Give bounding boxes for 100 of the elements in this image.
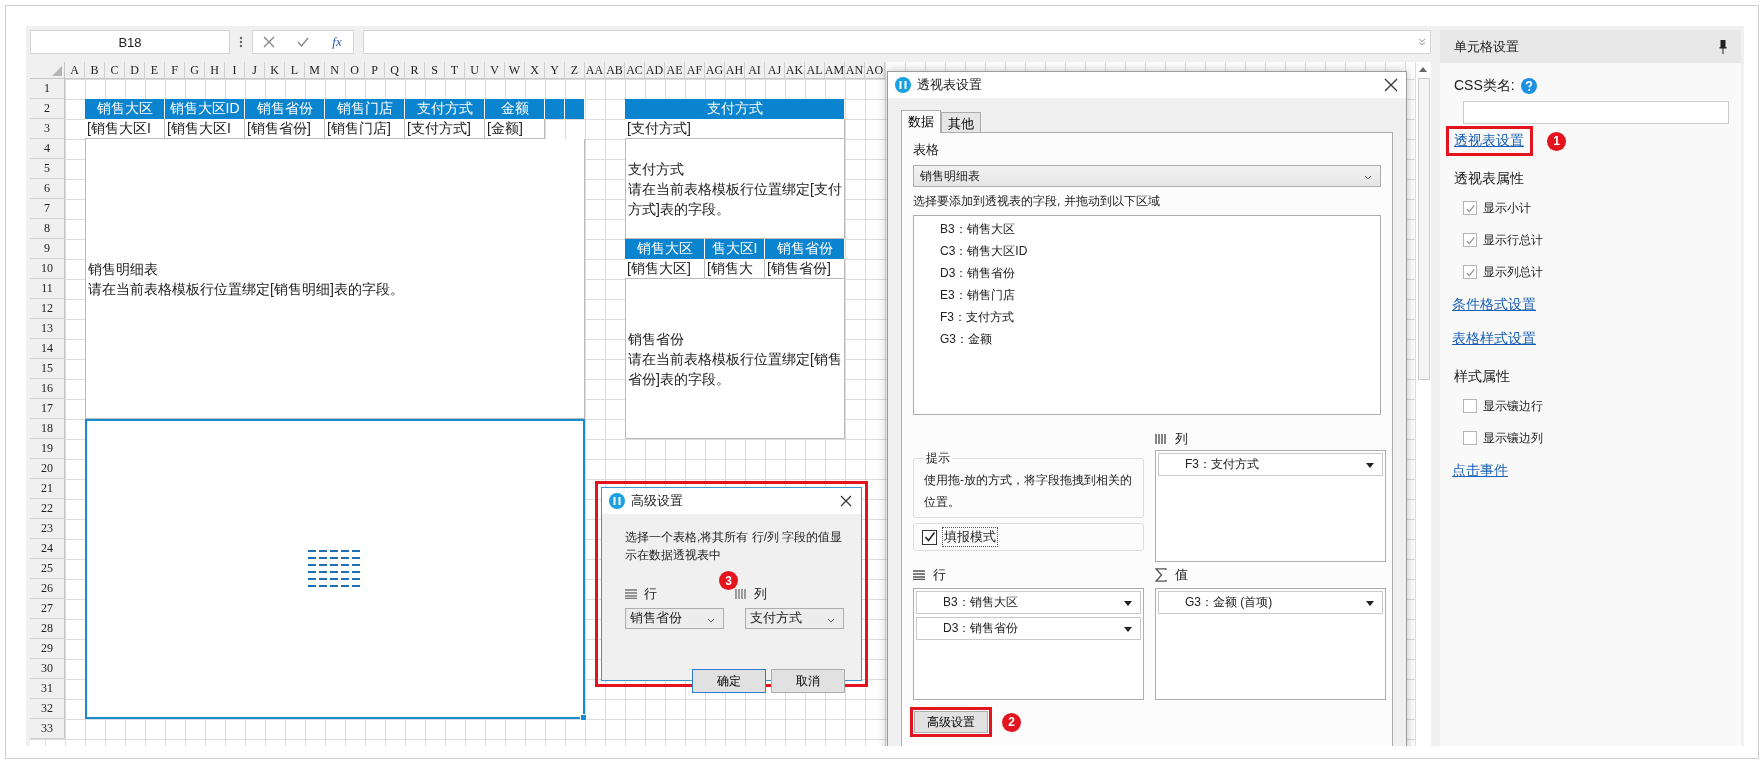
- column-header[interactable]: A: [65, 62, 85, 79]
- row-header[interactable]: 19: [30, 439, 65, 459]
- column-dropdown[interactable]: 支付方式: [745, 608, 844, 629]
- column-header[interactable]: AL: [805, 62, 825, 79]
- field-item[interactable]: D3：销售省份: [940, 262, 1380, 284]
- column-header[interactable]: D: [125, 62, 145, 79]
- row-header[interactable]: 6: [30, 179, 65, 199]
- row-header[interactable]: 23: [30, 519, 65, 539]
- column-header[interactable]: AA: [585, 62, 605, 79]
- checkbox[interactable]: [1463, 399, 1477, 413]
- field-item[interactable]: F3：支付方式: [940, 306, 1380, 328]
- column-header[interactable]: AE: [665, 62, 685, 79]
- tab[interactable]: 其他: [941, 112, 981, 132]
- settings-link[interactable]: 表格样式设置: [1452, 330, 1536, 348]
- column-header[interactable]: Q: [385, 62, 405, 79]
- field-item[interactable]: C3：销售大区ID: [940, 240, 1380, 262]
- row-header[interactable]: 29: [30, 639, 65, 659]
- css-class-field[interactable]: [1463, 101, 1729, 124]
- scroll-up-icon[interactable]: [1419, 67, 1427, 72]
- cancel-button[interactable]: 取消: [771, 669, 845, 693]
- row-header[interactable]: 8: [30, 219, 65, 239]
- row-dropdown[interactable]: 销售省份: [625, 608, 724, 629]
- fill-handle[interactable]: [580, 714, 587, 721]
- field-chip[interactable]: F3：支付方式: [1158, 453, 1383, 476]
- row-header[interactable]: 33: [30, 719, 65, 739]
- field-chip[interactable]: B3：销售大区: [916, 591, 1141, 614]
- column-header[interactable]: AH: [725, 62, 745, 79]
- column-header[interactable]: K: [265, 62, 285, 79]
- field-item[interactable]: B3：销售大区: [940, 218, 1380, 240]
- column-header[interactable]: AD: [645, 62, 665, 79]
- field-chip[interactable]: G3：金额 (首项): [1158, 591, 1383, 614]
- row-header[interactable]: 5: [30, 159, 65, 179]
- row-header[interactable]: 21: [30, 479, 65, 499]
- column-header[interactable]: AC: [625, 62, 645, 79]
- column-header[interactable]: R: [405, 62, 425, 79]
- field-item[interactable]: G3：金额: [940, 328, 1380, 350]
- column-header[interactable]: H: [205, 62, 225, 79]
- checkbox[interactable]: [1463, 233, 1477, 247]
- column-header[interactable]: E: [145, 62, 165, 79]
- caret-icon[interactable]: [1366, 463, 1374, 468]
- column-header[interactable]: N: [325, 62, 345, 79]
- column-header[interactable]: AM: [825, 62, 845, 79]
- row-header[interactable]: 18: [30, 419, 65, 439]
- caret-icon[interactable]: [1124, 627, 1132, 632]
- pin-icon[interactable]: [1719, 39, 1727, 54]
- row-header[interactable]: 30: [30, 659, 65, 679]
- row-header[interactable]: 28: [30, 619, 65, 639]
- row-header[interactable]: 12: [30, 299, 65, 319]
- field-chip[interactable]: D3：销售省份: [916, 617, 1141, 640]
- name-box[interactable]: B18: [30, 30, 230, 54]
- row-header[interactable]: 10: [30, 259, 65, 279]
- row-header[interactable]: 31: [30, 679, 65, 699]
- column-header[interactable]: AG: [705, 62, 725, 79]
- column-header[interactable]: U: [465, 62, 485, 79]
- column-header[interactable]: V: [485, 62, 505, 79]
- row-header[interactable]: 13: [30, 319, 65, 339]
- row-header[interactable]: 32: [30, 699, 65, 719]
- column-header[interactable]: AO: [865, 62, 885, 79]
- checkbox[interactable]: [1463, 431, 1477, 445]
- column-header[interactable]: P: [365, 62, 385, 79]
- column-header[interactable]: M: [305, 62, 325, 79]
- settings-link[interactable]: 点击事件: [1452, 462, 1508, 480]
- column-header[interactable]: Z: [565, 62, 585, 79]
- expand-icon[interactable]: [1418, 38, 1426, 46]
- column-header[interactable]: AN: [845, 62, 865, 79]
- column-header[interactable]: AJ: [765, 62, 785, 79]
- row-header[interactable]: 9: [30, 239, 65, 259]
- row-header[interactable]: 27: [30, 599, 65, 619]
- row-header[interactable]: 2: [30, 99, 65, 119]
- column-header[interactable]: AI: [745, 62, 765, 79]
- advanced-settings-button[interactable]: 高级设置: [914, 711, 988, 733]
- row-header[interactable]: 17: [30, 399, 65, 419]
- row-header[interactable]: 16: [30, 379, 65, 399]
- column-header[interactable]: T: [445, 62, 465, 79]
- help-icon[interactable]: [1520, 78, 1537, 94]
- vertical-scrollbar[interactable]: [1415, 62, 1431, 746]
- ok-button[interactable]: 确定: [692, 669, 766, 693]
- column-header[interactable]: AB: [605, 62, 625, 79]
- selected-range[interactable]: [85, 419, 585, 719]
- column-header[interactable]: X: [525, 62, 545, 79]
- caret-icon[interactable]: [1366, 601, 1374, 606]
- row-header[interactable]: 7: [30, 199, 65, 219]
- field-item[interactable]: E3：销售门店: [940, 284, 1380, 306]
- row-header[interactable]: 14: [30, 339, 65, 359]
- row-header[interactable]: 26: [30, 579, 65, 599]
- column-header[interactable]: G: [185, 62, 205, 79]
- settings-link[interactable]: 条件格式设置: [1452, 296, 1536, 314]
- row-header[interactable]: 1: [30, 79, 65, 99]
- row-header[interactable]: 15: [30, 359, 65, 379]
- row-header[interactable]: 11: [30, 279, 65, 299]
- column-header[interactable]: AF: [685, 62, 705, 79]
- row-header[interactable]: 3: [30, 119, 65, 139]
- row-header[interactable]: 22: [30, 499, 65, 519]
- column-header[interactable]: C: [105, 62, 125, 79]
- column-header[interactable]: AK: [785, 62, 805, 79]
- column-header[interactable]: B: [85, 62, 105, 79]
- column-header[interactable]: J: [245, 62, 265, 79]
- column-header[interactable]: W: [505, 62, 525, 79]
- column-header[interactable]: Y: [545, 62, 565, 79]
- column-header[interactable]: O: [345, 62, 365, 79]
